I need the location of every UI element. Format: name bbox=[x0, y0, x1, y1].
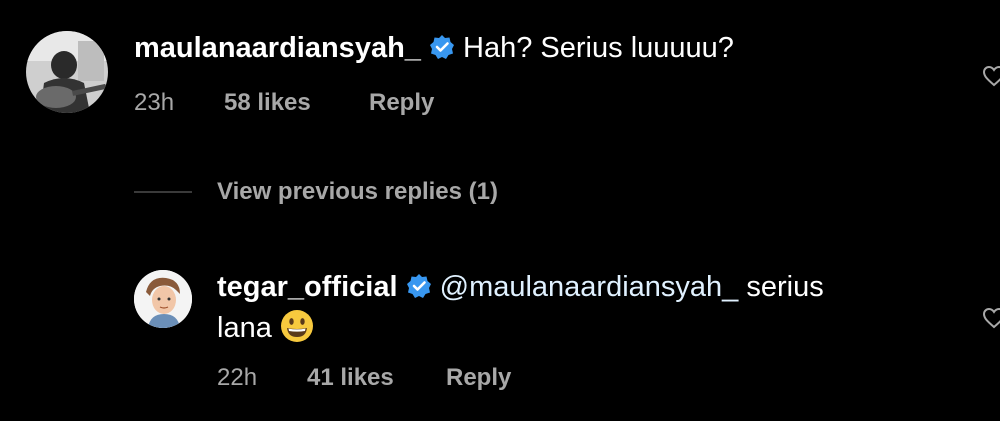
comment-username[interactable]: maulanaardiansyah_ bbox=[134, 32, 421, 64]
reply-meta: 22h 41 likes Reply bbox=[217, 364, 577, 392]
reply-text: tegar_official @maulanaardiansyah_ seriu… bbox=[217, 268, 937, 353]
reply-body-line1: serius bbox=[738, 271, 824, 303]
heart-outline-icon[interactable] bbox=[982, 64, 1000, 93]
reply-time: 22h bbox=[217, 364, 258, 391]
likes-count[interactable]: 41 likes bbox=[307, 364, 394, 392]
view-previous-replies-button[interactable]: View previous replies (1) bbox=[217, 178, 498, 206]
verified-badge-icon bbox=[406, 271, 432, 309]
grinning-face-emoji bbox=[280, 309, 314, 353]
comment-body: Hah? Serius luuuuu? bbox=[463, 32, 734, 64]
likes-count[interactable]: 58 likes bbox=[224, 89, 311, 117]
reply-button[interactable]: Reply bbox=[369, 89, 434, 117]
replies-divider bbox=[134, 191, 192, 193]
avatar[interactable] bbox=[26, 31, 108, 113]
mention-link[interactable]: @maulanaardiansyah_ bbox=[440, 271, 739, 303]
reply-button[interactable]: Reply bbox=[446, 364, 511, 392]
comment-time: 23h bbox=[134, 89, 175, 116]
comment-meta: 23h 58 likes Reply bbox=[134, 89, 494, 117]
heart-outline-icon[interactable] bbox=[982, 306, 1000, 335]
reply-username[interactable]: tegar_official bbox=[217, 271, 398, 303]
comment-text: maulanaardiansyah_ Hah? Serius luuuuu? bbox=[134, 29, 734, 70]
reply-body-line2: lana bbox=[217, 312, 272, 344]
avatar[interactable] bbox=[134, 270, 192, 328]
verified-badge-icon bbox=[429, 32, 455, 70]
